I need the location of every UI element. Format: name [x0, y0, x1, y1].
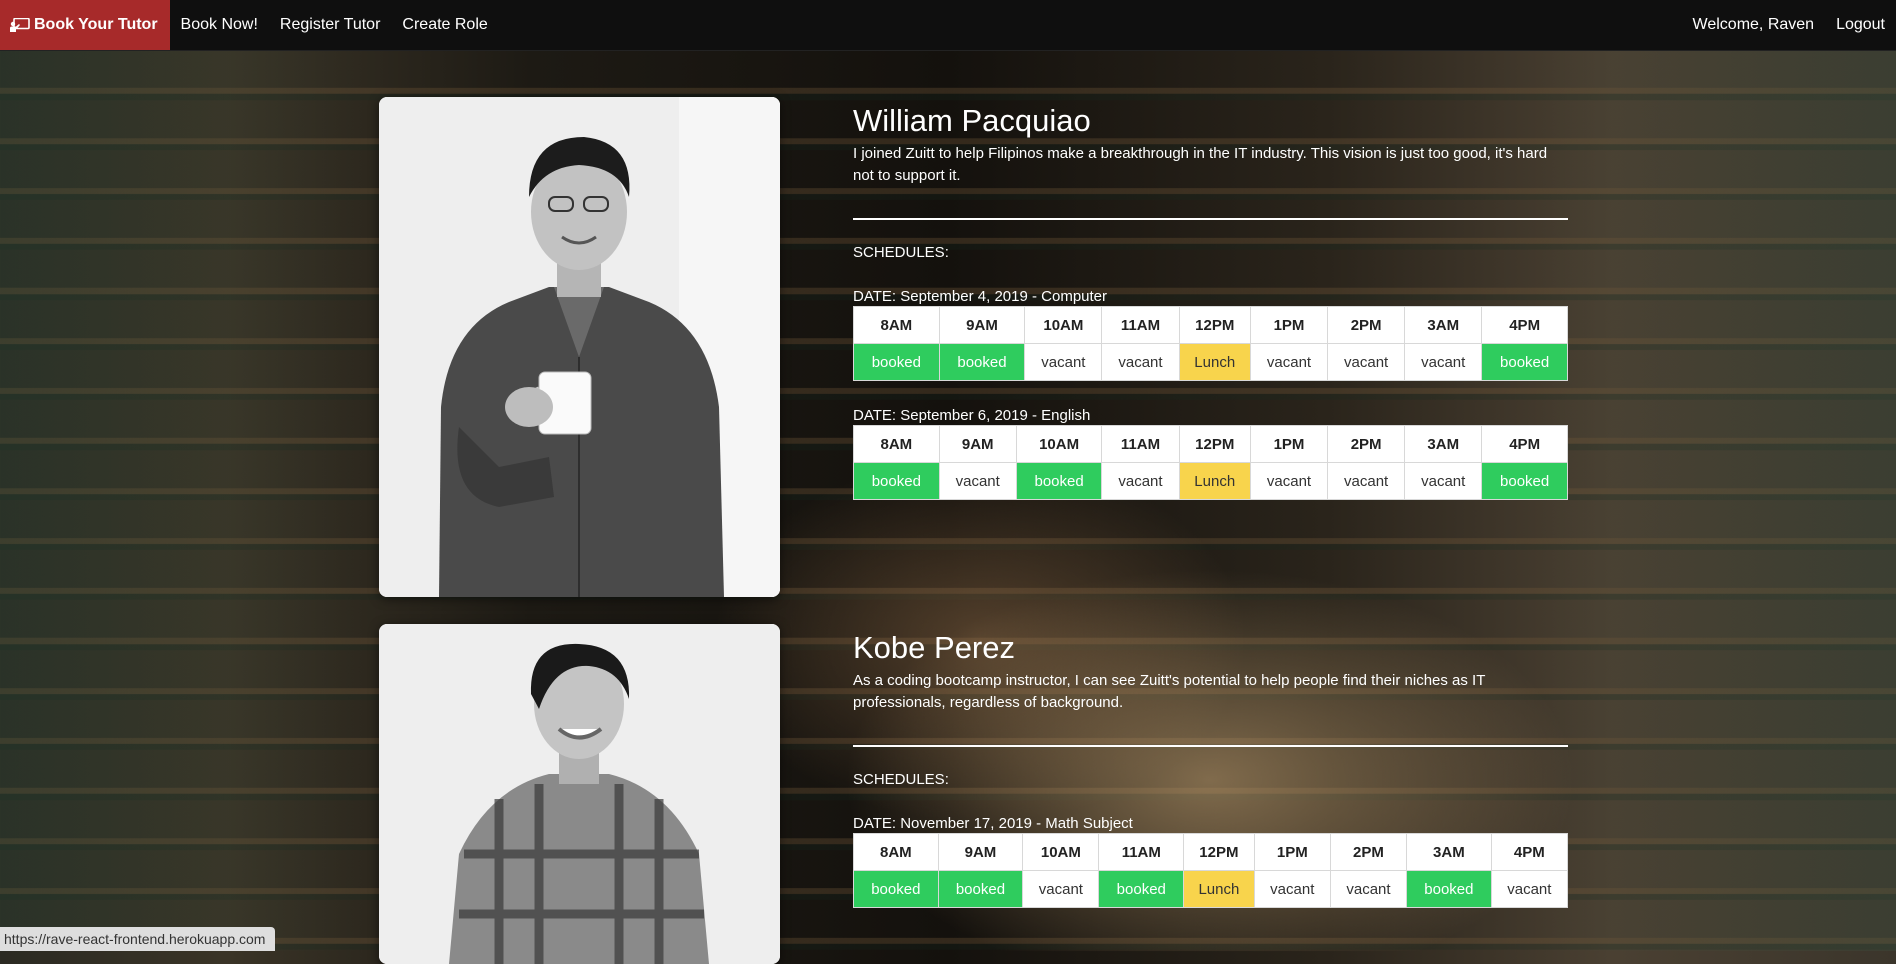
- slot-status[interactable]: vacant: [1101, 343, 1180, 381]
- slot-status[interactable]: vacant: [1253, 870, 1331, 908]
- slot-status[interactable]: vacant: [1249, 343, 1329, 381]
- schedule-table: 8AM 9AM 10AM 11AM 12PM 1PM 2PM 3AM 4PM b…: [853, 425, 1568, 500]
- slot-status[interactable]: vacant: [1249, 462, 1329, 500]
- brand-label: Book Your Tutor: [34, 16, 158, 33]
- slot-status[interactable]: booked: [1406, 870, 1492, 908]
- divider: [853, 218, 1568, 220]
- slot-status[interactable]: Lunch: [1178, 343, 1251, 381]
- time-slot-header: 12PM: [1178, 306, 1251, 344]
- time-slot-header: 11AM: [1098, 833, 1185, 871]
- slot-status[interactable]: vacant: [1022, 870, 1100, 908]
- time-slot-header: 8AM: [853, 306, 940, 344]
- slot-status[interactable]: vacant: [1404, 343, 1483, 381]
- time-slot-header: 10AM: [1022, 833, 1100, 871]
- schedule-times-row: 8AM 9AM 10AM 11AM 12PM 1PM 2PM 3AM 4PM: [853, 833, 1569, 871]
- slot-status[interactable]: booked: [853, 870, 939, 908]
- schedule-times-row: 8AM 9AM 10AM 11AM 12PM 1PM 2PM 3AM 4PM: [853, 425, 1568, 463]
- slot-status[interactable]: booked: [937, 870, 1024, 908]
- tutor-bio: I joined Zuitt to help Filipinos make a …: [853, 145, 1548, 184]
- slot-status[interactable]: vacant: [1024, 343, 1103, 381]
- time-slot-header: 3AM: [1404, 306, 1483, 344]
- slot-status[interactable]: booked: [853, 343, 940, 381]
- tutor-photo-kobe: [379, 624, 780, 964]
- time-slot-header: 8AM: [853, 425, 940, 463]
- schedule-date: DATE: September 4, 2019 - Computer: [853, 288, 1108, 305]
- nav-right-group: Welcome, Raven Logout: [1682, 16, 1896, 34]
- time-slot-header: 3AM: [1404, 425, 1483, 463]
- time-slot-header: 1PM: [1253, 833, 1331, 871]
- time-slot-header: 2PM: [1329, 833, 1408, 871]
- slot-status[interactable]: booked: [853, 462, 940, 500]
- schedule-times-row: 8AM 9AM 10AM 11AM 12PM 1PM 2PM 3AM 4PM: [853, 306, 1568, 344]
- time-slot-header: 10AM: [1015, 425, 1103, 463]
- tutor-info: William Pacquiao I joined Zuitt to help …: [853, 101, 1568, 500]
- time-slot-header: 8AM: [853, 833, 939, 871]
- slot-status[interactable]: booked: [1098, 870, 1185, 908]
- time-slot-header: 9AM: [938, 306, 1026, 344]
- time-slot-header: 12PM: [1178, 425, 1251, 463]
- time-slot-header: 10AM: [1024, 306, 1103, 344]
- slot-status[interactable]: vacant: [1327, 343, 1406, 381]
- time-slot-header: 1PM: [1249, 425, 1329, 463]
- slot-status[interactable]: Lunch: [1183, 870, 1255, 908]
- status-bar-url: https://rave-react-frontend.herokuapp.co…: [0, 927, 276, 951]
- slot-status[interactable]: booked: [1015, 462, 1103, 500]
- time-slot-header: 4PM: [1481, 425, 1568, 463]
- nav-logout[interactable]: Logout: [1825, 16, 1896, 34]
- time-slot-header: 12PM: [1183, 833, 1255, 871]
- time-slot-header: 1PM: [1249, 306, 1329, 344]
- tutor-name: Kobe Perez: [853, 630, 1015, 665]
- time-slot-header: 9AM: [937, 833, 1024, 871]
- slot-status[interactable]: booked: [1481, 343, 1568, 381]
- time-slot-header: 11AM: [1101, 306, 1180, 344]
- time-slot-header: 11AM: [1101, 425, 1180, 463]
- slot-status[interactable]: booked: [938, 343, 1026, 381]
- slot-status[interactable]: vacant: [938, 462, 1017, 500]
- chalkboard-teacher-icon: [10, 18, 30, 32]
- divider: [853, 745, 1568, 747]
- tutor-bio: As a coding bootcamp instructor, I can s…: [853, 672, 1486, 711]
- schedule-table: 8AM 9AM 10AM 11AM 12PM 1PM 2PM 3AM 4PM b…: [853, 833, 1569, 908]
- schedule-status-row: booked vacant booked vacant Lunch vacant…: [853, 462, 1568, 500]
- slot-status[interactable]: vacant: [1329, 870, 1408, 908]
- schedule-date: DATE: November 17, 2019 - Math Subject: [853, 815, 1133, 832]
- time-slot-header: 4PM: [1481, 306, 1568, 344]
- background-books-left: [0, 50, 360, 951]
- schedule-status-row: booked booked vacant booked Lunch vacant…: [853, 870, 1569, 908]
- schedule-status-row: booked booked vacant vacant Lunch vacant…: [853, 343, 1568, 381]
- time-slot-header: 4PM: [1490, 833, 1569, 871]
- top-navbar: Book Your Tutor Book Now! Register Tutor…: [0, 0, 1896, 51]
- time-slot-header: 9AM: [938, 425, 1017, 463]
- nav-welcome-user[interactable]: Welcome, Raven: [1682, 16, 1826, 34]
- time-slot-header: 2PM: [1327, 425, 1406, 463]
- slot-status[interactable]: vacant: [1327, 462, 1406, 500]
- schedules-label: SCHEDULES:: [853, 244, 949, 261]
- time-slot-header: 3AM: [1406, 833, 1492, 871]
- tutor-photo-card: [379, 624, 780, 964]
- tutor-photo-william: [379, 97, 780, 597]
- background-books-right: [1536, 50, 1896, 951]
- schedules-label: SCHEDULES:: [853, 771, 949, 788]
- nav-book-now[interactable]: Book Now!: [170, 16, 269, 34]
- slot-status[interactable]: Lunch: [1178, 462, 1251, 500]
- nav-create-role[interactable]: Create Role: [391, 16, 498, 34]
- slot-status[interactable]: vacant: [1101, 462, 1180, 500]
- schedule-date: DATE: September 6, 2019 - English: [853, 407, 1091, 424]
- tutor-info: Kobe Perez As a coding bootcamp instruct…: [853, 628, 1569, 908]
- schedule-table: 8AM 9AM 10AM 11AM 12PM 1PM 2PM 3AM 4PM b…: [853, 306, 1568, 381]
- slot-status[interactable]: booked: [1481, 462, 1568, 500]
- nav-register-tutor[interactable]: Register Tutor: [269, 16, 391, 34]
- slot-status[interactable]: vacant: [1404, 462, 1483, 500]
- brand-link[interactable]: Book Your Tutor: [0, 0, 170, 50]
- tutor-name: William Pacquiao: [853, 103, 1091, 138]
- slot-status[interactable]: vacant: [1490, 870, 1569, 908]
- tutor-photo-card: [379, 97, 780, 597]
- time-slot-header: 2PM: [1327, 306, 1406, 344]
